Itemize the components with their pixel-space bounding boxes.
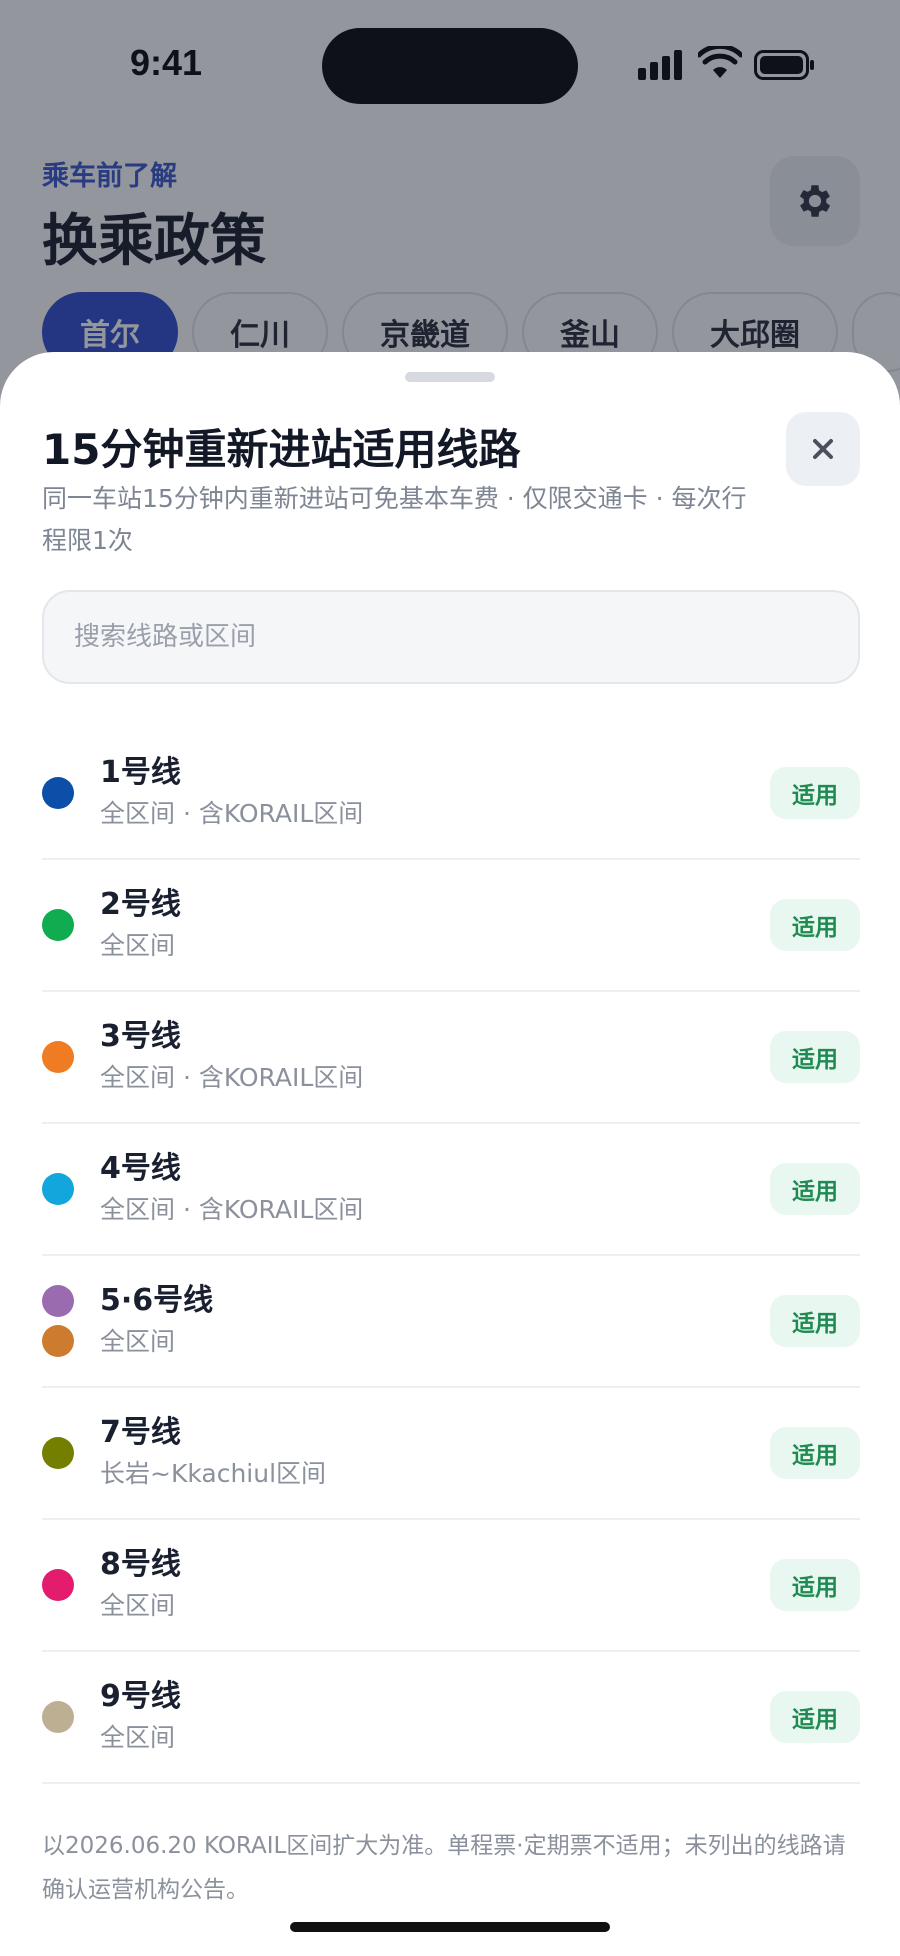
- footer-note: 以2026.06.20 KORAIL区间扩大为准。单程票·定期票不适用；未列出的…: [42, 1833, 846, 1903]
- line-color-dots: [42, 1173, 74, 1205]
- line-color-dots: [42, 777, 74, 809]
- line-row[interactable]: 1号线全区间 · 含KORAIL区间 适用: [42, 728, 860, 860]
- line-name: 8号线: [100, 1547, 181, 1582]
- line-name: 9号线: [100, 1679, 181, 1714]
- close-icon: [813, 439, 833, 459]
- sheet-grabber[interactable]: [405, 372, 495, 382]
- line-color-dot: [42, 1041, 74, 1073]
- line-name: 1号线: [100, 755, 181, 790]
- line-scope: 全区间 · 含KORAIL区间: [100, 799, 364, 828]
- line-row[interactable]: 4号线全区间 · 含KORAIL区间 适用: [42, 1124, 860, 1256]
- line-color-dots: [42, 1701, 74, 1733]
- line-color-dot: [42, 1437, 74, 1469]
- line-scope: 全区间 · 含KORAIL区间: [100, 1063, 364, 1092]
- applicable-badge: 适用: [770, 767, 860, 819]
- applicable-badge: 适用: [770, 1427, 860, 1479]
- line-scope: 全区间: [100, 1723, 176, 1752]
- line-scope: 长岩~Kkachiul区间: [100, 1459, 327, 1488]
- line-scope: 全区间: [100, 1327, 176, 1356]
- line-scope: 全区间: [100, 1591, 176, 1620]
- applicable-badge: 适用: [770, 1295, 860, 1347]
- line-name: 2号线: [100, 887, 181, 922]
- line-color-dot: [42, 1569, 74, 1601]
- line-color-dots: [42, 1569, 74, 1601]
- line-row[interactable]: 9号线全区间 适用: [42, 1652, 860, 1784]
- line-name: 5·6号线: [100, 1283, 214, 1318]
- line-name: 4号线: [100, 1151, 181, 1186]
- applicable-badge: 适用: [770, 1559, 860, 1611]
- line-color-dots: [42, 909, 74, 941]
- line-row-text: 1号线全区间 · 含KORAIL区间: [100, 753, 363, 833]
- search-input[interactable]: [42, 590, 860, 684]
- line-row-text: 4号线全区间 · 含KORAIL区间: [100, 1149, 363, 1229]
- line-color-dot: [42, 1701, 74, 1733]
- line-row-text: 2号线全区间: [100, 885, 181, 965]
- line-name: 7号线: [100, 1415, 181, 1450]
- line-scope: 全区间 · 含KORAIL区间: [100, 1195, 364, 1224]
- line-row[interactable]: 7号线长岩~Kkachiul区间 适用: [42, 1388, 860, 1520]
- applicable-badge: 适用: [770, 1691, 860, 1743]
- line-list: 1号线 全区间 · 含KORAIL区间 适用 2号线 全区间 适用 3号线 全区间 · 含KO…: [42, 728, 860, 1812]
- line-color-dot: [42, 909, 74, 941]
- line-row[interactable]: 5·6号线全区间 适用: [42, 1256, 860, 1388]
- line-row[interactable]: 3号线全区间 · 含KORAIL区间 适用: [42, 992, 860, 1124]
- sheet-title: 15分钟重新进站适用线路: [42, 425, 521, 474]
- line-color-dot: [42, 1173, 74, 1205]
- close-button[interactable]: [786, 412, 860, 486]
- line-scope: 全区间: [100, 931, 176, 960]
- line-color-dots: [42, 1041, 74, 1073]
- sheet-subtitle: 同一车站15分钟内重新进站可免基本车费 · 仅限交通卡 · 每次行程限1次: [42, 484, 747, 555]
- line-row-text: 8号线全区间: [100, 1545, 181, 1625]
- footer: 以2026.06.20 KORAIL区间扩大为准。单程票·定期票不适用；未列出的…: [0, 1812, 900, 1956]
- line-row-text: 5·6号线全区间: [100, 1281, 213, 1361]
- applicable-badge: 适用: [770, 899, 860, 951]
- home-indicator[interactable]: [290, 1922, 610, 1932]
- line-row-text: 7号线长岩~Kkachiul区间: [100, 1413, 326, 1493]
- line-color-dots: [42, 1285, 74, 1357]
- line-row-text: 9号线全区间: [100, 1677, 181, 1757]
- applicable-badge: 适用: [770, 1163, 860, 1215]
- line-row[interactable]: 8号线全区间 适用: [42, 1520, 860, 1652]
- line-color-dots: [42, 1437, 74, 1469]
- line-row-text: 3号线全区间 · 含KORAIL区间: [100, 1017, 363, 1097]
- bottom-sheet: 15分钟重新进站适用线路 同一车站15分钟内重新进站可免基本车费 · 仅限交通卡…: [0, 352, 900, 1956]
- line-name: 3号线: [100, 1019, 181, 1054]
- line-row[interactable]: 2号线全区间 适用: [42, 860, 860, 992]
- line-color-dot: [42, 777, 74, 809]
- line-color-dot: [42, 1325, 74, 1357]
- line-color-dot: [42, 1285, 74, 1317]
- applicable-badge: 适用: [770, 1031, 860, 1083]
